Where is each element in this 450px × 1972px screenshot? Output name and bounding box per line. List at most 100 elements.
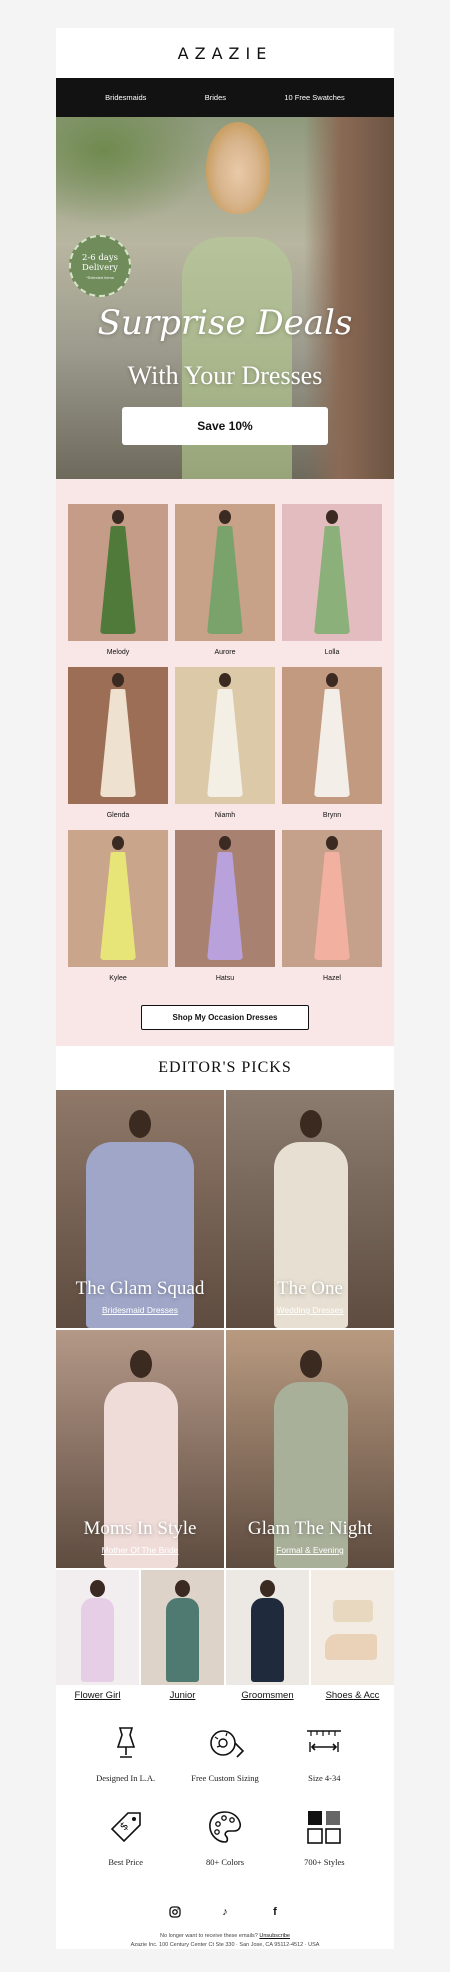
- product-image[interactable]: [68, 830, 168, 967]
- tiktok-icon[interactable]: ♪: [218, 1905, 232, 1919]
- editors-pick-title: The Glam Squad: [75, 1278, 205, 1299]
- editors-pick-link[interactable]: Formal & Evening: [276, 1545, 344, 1555]
- nav-bridesmaids[interactable]: Bridesmaids: [105, 93, 146, 102]
- dress-shape: [207, 526, 243, 634]
- product-image[interactable]: [175, 830, 275, 967]
- feature-item: Designed In L.A.: [76, 1723, 175, 1783]
- product-image[interactable]: [282, 504, 382, 641]
- dress-shape: [314, 526, 350, 634]
- hero-banner[interactable]: 2-6 days Delivery *Selected items Surpri…: [56, 117, 394, 479]
- feature-label: Designed In L.A.: [96, 1773, 156, 1783]
- product-name[interactable]: Glenda: [68, 812, 168, 820]
- product-name[interactable]: Melody: [68, 649, 168, 657]
- editors-pick-title: The One: [277, 1278, 343, 1299]
- category-link[interactable]: Shoes & Acc: [311, 1689, 394, 1703]
- feature-label: Free Custom Sizing: [191, 1773, 259, 1783]
- category-image[interactable]: [56, 1570, 139, 1685]
- editors-pick-tile[interactable]: Glam The Night Formal & Evening: [226, 1330, 394, 1568]
- editors-pick-link[interactable]: Bridesmaid Dresses: [102, 1305, 178, 1315]
- unsubscribe-link[interactable]: Unsubscribe: [259, 1933, 290, 1939]
- company-address: Azazie Inc. 100 Century Center Ct Ste 33…: [130, 1942, 320, 1948]
- product-name[interactable]: Aurore: [175, 649, 275, 657]
- model-head: [326, 510, 338, 524]
- badge-delivery: Delivery: [82, 262, 118, 273]
- editors-pick-subtitle: Mother Of The Bride: [56, 1545, 224, 1555]
- editors-pick-link[interactable]: Mother Of The Bride: [102, 1545, 179, 1555]
- facebook-icon[interactable]: f: [268, 1905, 282, 1919]
- product-name[interactable]: Kylee: [68, 975, 168, 983]
- delivery-badge: 2-6 days Delivery *Selected items: [69, 235, 131, 297]
- feature-label: Size 4-34: [308, 1773, 341, 1783]
- dress-shape: [314, 852, 350, 960]
- feature-label: 700+ Styles: [304, 1857, 345, 1867]
- category-image[interactable]: [141, 1570, 224, 1685]
- product-image[interactable]: [175, 667, 275, 804]
- product-card[interactable]: Aurore: [175, 504, 275, 657]
- product-name[interactable]: Lolla: [282, 649, 382, 657]
- product-name[interactable]: Hatsu: [175, 975, 275, 983]
- product-card[interactable]: Hatsu: [175, 830, 275, 983]
- product-card[interactable]: Lolla: [282, 504, 382, 657]
- nav-brides[interactable]: Brides: [205, 93, 226, 102]
- product-card[interactable]: Glenda: [68, 667, 168, 820]
- outfit-shape: [251, 1598, 284, 1682]
- model-head: [219, 836, 231, 850]
- svg-text:$: $: [117, 1819, 131, 1833]
- palette-icon: [175, 1807, 274, 1847]
- feature-item: Size 4-34: [275, 1723, 374, 1783]
- editors-pick-tile[interactable]: Moms In Style Mother Of The Bride: [56, 1330, 224, 1568]
- category-card[interactable]: Groomsmen: [226, 1570, 309, 1703]
- product-image[interactable]: [282, 830, 382, 967]
- ruler-icon: [275, 1723, 374, 1763]
- instagram-icon[interactable]: [168, 1905, 182, 1919]
- editors-picks-heading: EDITOR'S PICKS: [158, 1059, 292, 1076]
- product-card[interactable]: Melody: [68, 504, 168, 657]
- dress-shape: [100, 689, 136, 797]
- save-10-button[interactable]: Save 10%: [122, 407, 328, 445]
- product-name[interactable]: Hazel: [282, 975, 382, 983]
- nav-free-swatches[interactable]: 10 Free Swatches: [284, 93, 344, 102]
- model-head: [260, 1580, 275, 1597]
- dress-shape: [207, 689, 243, 797]
- product-name[interactable]: Brynn: [282, 812, 382, 820]
- product-card[interactable]: Brynn: [282, 667, 382, 820]
- product-card[interactable]: Hazel: [282, 830, 382, 983]
- product-image[interactable]: [175, 504, 275, 641]
- dress-shape: [100, 526, 136, 634]
- dress-form-icon: [76, 1723, 175, 1763]
- feature-item: Free Custom Sizing: [175, 1723, 274, 1783]
- hero-script-title: Surprise Deals: [97, 303, 353, 343]
- azazie-logo[interactable]: AZAZIE: [56, 28, 394, 78]
- features-grid: Designed In L.A. Free Custom Sizing Size 4…: [56, 1703, 394, 1867]
- editors-pick-link[interactable]: Wedding Dresses: [277, 1305, 344, 1315]
- outfit-shape: [81, 1598, 114, 1682]
- editors-pick-tile[interactable]: The One Wedding Dresses: [226, 1090, 394, 1328]
- category-link[interactable]: Flower Girl: [56, 1689, 139, 1703]
- editors-pick-tile[interactable]: The Glam Squad Bridesmaid Dresses: [56, 1090, 224, 1328]
- dress-shape: [86, 1142, 194, 1328]
- grid-icon: [275, 1807, 374, 1847]
- category-image[interactable]: [226, 1570, 309, 1685]
- feature-item: $ Best Price: [76, 1807, 175, 1867]
- category-link[interactable]: Junior: [141, 1689, 224, 1703]
- product-image[interactable]: [68, 504, 168, 641]
- category-card[interactable]: Junior: [141, 1570, 224, 1703]
- category-card[interactable]: Flower Girl: [56, 1570, 139, 1703]
- model-head: [175, 1580, 190, 1597]
- category-link[interactable]: Groomsmen: [226, 1689, 309, 1703]
- unsubscribe-line: No longer want to receive these emails? …: [56, 1933, 394, 1939]
- product-card[interactable]: Kylee: [68, 830, 168, 983]
- product-card[interactable]: Niamh: [175, 667, 275, 820]
- product-image[interactable]: [68, 667, 168, 804]
- hero-subtitle: With Your Dresses: [127, 361, 323, 390]
- model-head: [300, 1110, 322, 1138]
- product-image[interactable]: [282, 667, 382, 804]
- outfit-shape: [166, 1598, 199, 1682]
- category-card[interactable]: Shoes & Acc: [311, 1570, 394, 1703]
- category-image[interactable]: [311, 1570, 394, 1685]
- model-head: [326, 673, 338, 687]
- model-head: [219, 673, 231, 687]
- shop-occasion-button[interactable]: Shop My Occasion Dresses: [141, 1005, 309, 1030]
- product-name[interactable]: Niamh: [175, 812, 275, 820]
- feature-label: 80+ Colors: [205, 1857, 245, 1867]
